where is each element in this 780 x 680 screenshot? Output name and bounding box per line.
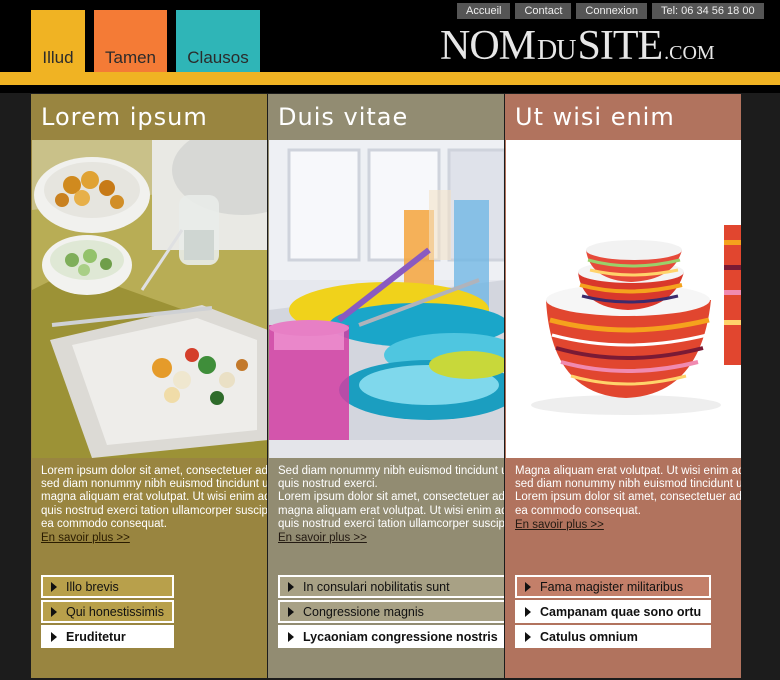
triangle-right-icon (288, 631, 294, 642)
feature-column-1: Lorem ipsum Lorem ipsum dolor sit amet, … (31, 94, 267, 678)
logo-text-com: .COM (664, 42, 715, 64)
description-line: quis nostrud exerci tation ullamcorper s… (41, 504, 267, 517)
header-divider (0, 85, 780, 93)
triangle-right-icon (51, 606, 57, 617)
logo-text-nom: NOM (440, 23, 536, 69)
link-connexion[interactable]: Connexion (576, 3, 647, 19)
read-more-link[interactable]: En savoir plus >> (515, 519, 604, 532)
description-line: ea commodo consequat. (41, 517, 167, 530)
button-label: Campanam quae sono ortu (540, 604, 702, 619)
logo-text-du: DU (537, 35, 576, 66)
button-label: Illo brevis (66, 579, 119, 594)
illo-brevis-button[interactable]: Illo brevis (41, 575, 174, 598)
congressione-magnis-button[interactable]: Congressione magnis (278, 600, 504, 623)
button-label: Lycaoniam congressione nostris (303, 629, 498, 644)
campanam-button[interactable]: Campanam quae sono ortu (515, 600, 712, 623)
button-label: Eruditetur (66, 629, 126, 644)
logo-text-site: SITE (577, 23, 663, 69)
button-label: In consulari nobilitatis sunt (303, 579, 450, 594)
description-line: sed diam nonummy nibh euismod tincidunt … (41, 478, 267, 491)
feature-column-3: Ut wisi enim Magna aliquam erat volutpat… (505, 94, 741, 678)
description-line: sed diam nonummy nibh euismod tincidunt … (515, 478, 741, 491)
triangle-right-icon (51, 631, 57, 642)
tab-clausos[interactable]: Clausos (176, 10, 260, 72)
table-setting-photo (32, 140, 267, 458)
description-line: Magna aliquam erat volutpat. Ut wisi eni… (515, 465, 741, 477)
description-line: quis nostrud exerci. (278, 478, 378, 491)
phone-number[interactable]: Tel: 06 34 56 18 00 (651, 3, 764, 19)
in-consulari-button[interactable]: In consulari nobilitatis sunt (278, 575, 504, 598)
triangle-right-icon (525, 581, 531, 592)
column-button-list: Fama magister militaribus Campanam quae … (515, 575, 712, 650)
feature-column-2: Duis vitae Sed diam nonummy nibh euismod… (268, 94, 504, 678)
column-title: Ut wisi enim (515, 103, 675, 131)
fama-magister-button[interactable]: Fama magister militaribus (515, 575, 712, 598)
lycaoniam-button[interactable]: Lycaoniam congressione nostris (278, 625, 504, 648)
qui-honestissimis-button[interactable]: Qui honestissimis (41, 600, 174, 623)
description-line: quis nostrud exerci tation ullamcorper s… (278, 517, 504, 530)
description-line: magna aliquam erat volutpat. Ut wisi eni… (278, 504, 504, 517)
button-label: Qui honestissimis (66, 604, 164, 619)
link-contact[interactable]: Contact (515, 3, 572, 19)
eruditetur-button[interactable]: Eruditetur (41, 625, 174, 648)
link-accueil[interactable]: Accueil (457, 3, 511, 19)
tab-illud[interactable]: Illud (31, 10, 85, 72)
button-label: Fama magister militaribus (540, 579, 684, 594)
header-accent-bar (0, 72, 780, 85)
description-line: Sed diam nonummy nibh euismod tincidunt … (278, 465, 504, 477)
column-title: Lorem ipsum (41, 103, 208, 131)
column-description: Magna aliquam erat volutpat. Ut wisi eni… (515, 465, 741, 532)
column-button-list: In consulari nobilitatis sunt Congressio… (278, 575, 504, 650)
column-description: Sed diam nonummy nibh euismod tincidunt … (278, 465, 504, 545)
description-line: magna aliquam erat volutpat. Ut wisi eni… (41, 491, 267, 504)
description-line: ea commodo consequat. (515, 504, 641, 517)
column-title: Duis vitae (278, 103, 409, 131)
description-line: Lorem ipsum dolor sit amet, consectetuer… (41, 465, 267, 477)
triangle-right-icon (51, 581, 57, 592)
glassware-photo (269, 140, 504, 458)
striped-bowls-photo (506, 140, 741, 458)
button-label: Congressione magnis (303, 604, 424, 619)
site-logo[interactable]: NOM DU SITE .COM (440, 22, 715, 69)
button-label: Catulus omnium (540, 629, 638, 644)
column-button-list: Illo brevis Qui honestissimis Eruditetur (41, 575, 174, 650)
catulus-omnium-button[interactable]: Catulus omnium (515, 625, 712, 648)
triangle-right-icon (288, 606, 294, 617)
column-description: Lorem ipsum dolor sit amet, consectetuer… (41, 465, 267, 545)
tab-tamen[interactable]: Tamen (94, 10, 167, 72)
read-more-link[interactable]: En savoir plus >> (41, 532, 130, 545)
description-line: Lorem ipsum dolor sit amet, consectetuer… (515, 491, 741, 504)
triangle-right-icon (288, 581, 294, 592)
read-more-link[interactable]: En savoir plus >> (278, 532, 367, 545)
triangle-right-icon (525, 606, 531, 617)
triangle-right-icon (525, 631, 531, 642)
description-line: Lorem ipsum dolor sit amet, consectetuer… (278, 491, 504, 504)
top-links: Accueil Contact Connexion Tel: 06 34 56 … (457, 3, 764, 19)
